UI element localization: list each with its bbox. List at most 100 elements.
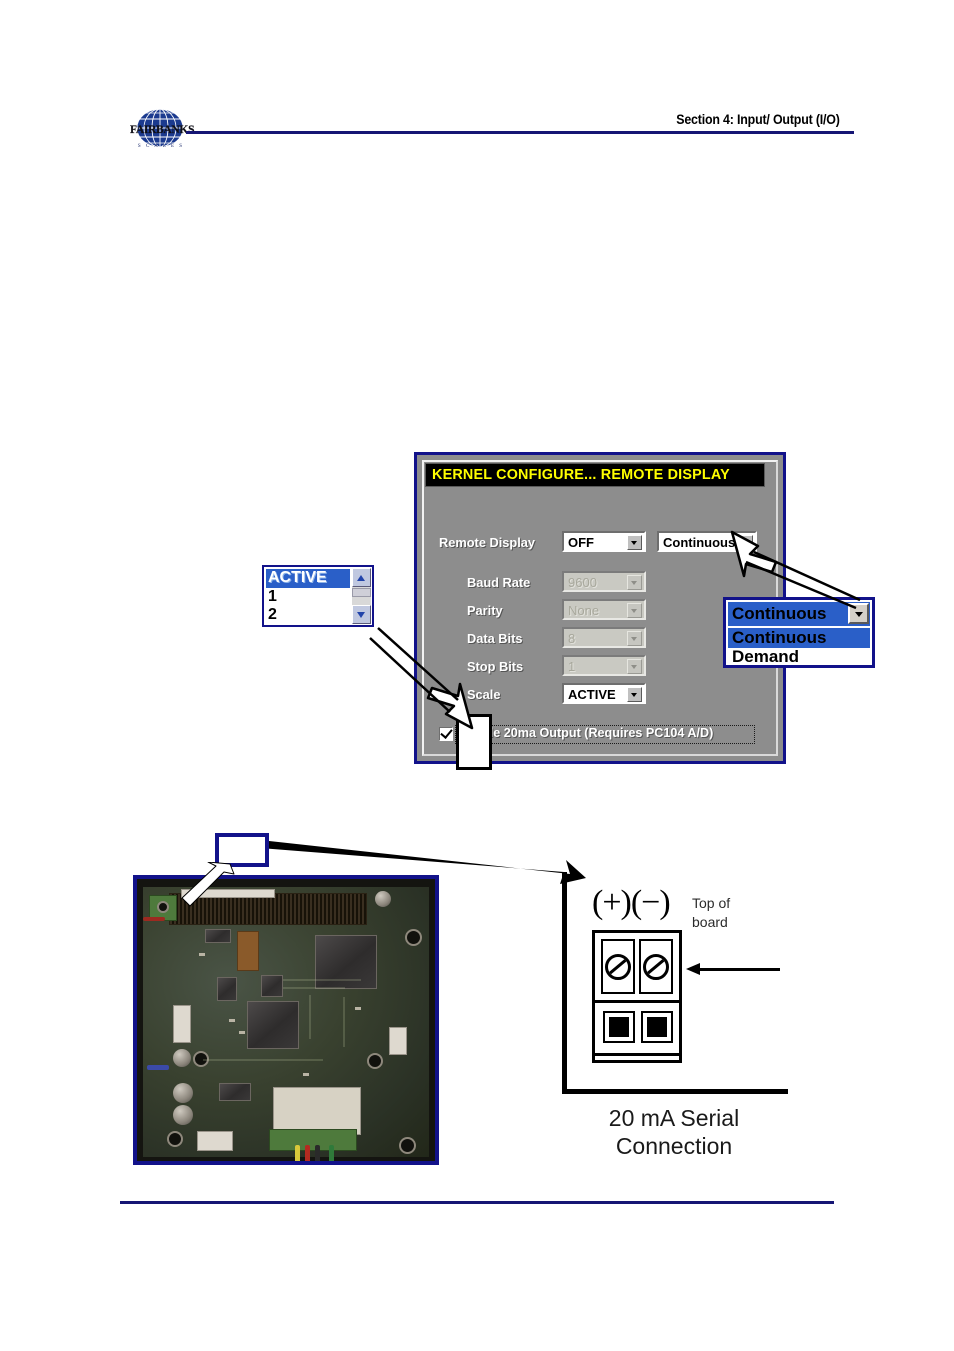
annotation-arrow-line — [698, 968, 780, 971]
combo-remote-display-button[interactable] — [627, 535, 642, 550]
pcb-wire-black — [315, 1145, 320, 1161]
pcb-chip-large-2 — [247, 1001, 299, 1049]
terminal-block — [592, 930, 682, 1063]
combo-remote-display-value: OFF — [568, 535, 594, 550]
pcb-connector-right — [389, 1027, 407, 1055]
combo-scale[interactable]: ACTIVE — [562, 683, 646, 704]
combo-transmit-mode-value: Continuous — [663, 535, 736, 550]
fairbanks-scales-logo: FAIRBANKS S C A L E S — [130, 108, 195, 158]
pcb-chip-small-3 — [219, 1083, 251, 1101]
pcb-capacitor-4 — [173, 1105, 193, 1125]
page-section-title: Section 4: Input/ Output (I/O) — [676, 112, 840, 127]
terminal-base-bar — [595, 1053, 679, 1056]
chevron-down-icon — [631, 637, 637, 641]
chevron-down-icon — [631, 541, 637, 545]
scale-listbox-popup[interactable]: ACTIVE 1 2 — [262, 565, 374, 627]
dialog-titlebar: KERNEL CONFIGURE... REMOTE DISPLAY — [425, 463, 765, 487]
pointer-arrow-to-checkbox — [369, 627, 474, 730]
combo-stop-bits[interactable]: 1 — [562, 655, 646, 676]
pcb-photograph — [133, 875, 439, 1165]
listbox-item-active[interactable]: ACTIVE — [266, 569, 350, 588]
pcb-capacitor-2 — [173, 1049, 191, 1067]
dialog-title-text: KERNEL CONFIGURE... REMOTE DISPLAY — [432, 467, 730, 483]
pcb-terminal-white — [197, 1131, 233, 1151]
pcb-chip-small-1 — [261, 975, 283, 997]
left-arrow-icon — [686, 963, 700, 975]
scroll-up-button[interactable] — [352, 568, 371, 587]
pcb-wire-yellow — [295, 1145, 300, 1161]
pcb-terminal-green — [269, 1129, 357, 1151]
listbox-scrollbar[interactable] — [352, 568, 371, 624]
screw-slot — [608, 956, 628, 977]
slotted-screw-icon — [605, 953, 631, 980]
terminal-pad-positive — [603, 1011, 635, 1043]
combo-stop-bits-button[interactable] — [627, 659, 642, 674]
terminal-screw-cell-positive — [601, 939, 635, 994]
combo-baud-rate[interactable]: 9600 — [562, 571, 646, 592]
combo-remote-display[interactable]: OFF — [562, 531, 646, 552]
footer-rule — [120, 1201, 834, 1204]
combo-stop-bits-value: 1 — [568, 659, 576, 674]
label-baud-rate: Baud Rate — [467, 575, 531, 590]
top-of-board-line2: board — [692, 913, 728, 930]
chevron-down-icon — [631, 581, 637, 585]
pcb-chip-small-2 — [217, 977, 237, 1001]
pcb-wire-green — [329, 1145, 334, 1161]
chevron-down-icon — [631, 609, 637, 613]
pcb-mount-hole-5 — [399, 1137, 416, 1154]
callout-arrow — [260, 840, 586, 884]
combo-parity-value: None — [568, 603, 600, 618]
chevron-down-icon — [631, 665, 637, 669]
terminal-pad-fill — [647, 1017, 667, 1037]
pointer-arrow-to-transmit-mode — [730, 530, 861, 610]
pcb-wire-red-2 — [143, 917, 165, 921]
dropdown-option-continuous[interactable]: Continuous — [728, 628, 870, 648]
logo-wordmark: FAIRBANKS — [130, 124, 195, 136]
pcb-wire-red — [305, 1145, 310, 1161]
terminal-screw-cell-negative — [639, 939, 673, 994]
dropdown-option-demand[interactable]: Demand — [728, 647, 870, 667]
pcb-mount-hole-3 — [367, 1053, 383, 1069]
combo-parity-button[interactable] — [627, 603, 642, 618]
screw-slot — [646, 956, 666, 977]
pcb-connector-left — [173, 1005, 191, 1043]
terminal-upper-section — [595, 933, 679, 1003]
pcb-chip-small-4 — [205, 929, 231, 943]
combo-baud-rate-button[interactable] — [627, 575, 642, 590]
slotted-screw-icon — [643, 953, 669, 980]
listbox-item-2[interactable]: 2 — [266, 606, 350, 625]
polarity-label: (+)(−) — [592, 884, 671, 921]
pointer-arrow-to-pcb-connector — [181, 862, 235, 907]
chevron-down-icon — [631, 693, 637, 697]
top-of-board-annotation: Top of board — [692, 894, 730, 932]
page-header: FAIRBANKS S C A L E S Section 4: Input/ … — [0, 0, 954, 170]
logo-subtext: S C A L E S — [137, 144, 185, 149]
combo-data-bits[interactable]: 8 — [562, 627, 646, 648]
combo-scale-value: ACTIVE — [568, 687, 616, 702]
label-parity: Parity — [467, 603, 503, 618]
terminal-block-diagram: (+)(−) Top of board 20 mA Serial Connect… — [556, 872, 788, 1162]
diagram-caption: 20 mA Serial Connection — [564, 1104, 784, 1160]
label-remote-display: Remote Display — [439, 535, 536, 550]
header-rule — [186, 131, 854, 134]
combo-baud-rate-value: 9600 — [568, 575, 597, 590]
combo-parity[interactable]: None — [562, 599, 646, 620]
diagram-caption-line1: 20 mA Serial — [608, 1105, 740, 1131]
pcb-capacitor-3 — [173, 1083, 193, 1103]
pcb-crystal — [273, 1087, 361, 1135]
top-of-board-line1: Top of — [692, 895, 731, 911]
pcb-mount-hole-6 — [405, 929, 422, 946]
combo-data-bits-value: 8 — [568, 631, 576, 646]
pcb-wire-blue — [147, 1065, 169, 1070]
diagram-frame-left — [562, 872, 567, 1094]
chevron-down-icon — [357, 611, 365, 618]
combo-scale-button[interactable] — [627, 687, 642, 702]
terminal-pad-fill — [609, 1017, 629, 1037]
scrollbar-thumb[interactable] — [352, 588, 371, 597]
pcb-capacitor — [375, 891, 391, 907]
diagram-caption-line2: Connection — [615, 1133, 733, 1160]
combo-data-bits-button[interactable] — [627, 631, 642, 646]
listbox-item-1[interactable]: 1 — [266, 588, 350, 607]
pcb-dip-switch — [237, 931, 259, 971]
terminal-pad-negative — [641, 1011, 673, 1043]
